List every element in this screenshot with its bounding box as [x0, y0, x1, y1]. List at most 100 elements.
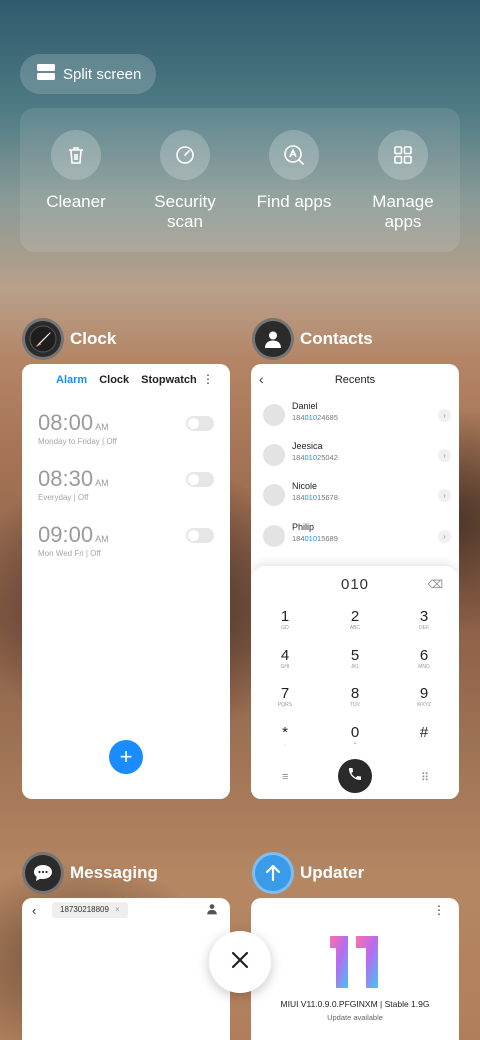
tab-clock[interactable]: Clock [99, 374, 129, 386]
alarm-time: 08:30 [38, 466, 94, 491]
contacts-app-name: Contacts [300, 329, 373, 348]
close-all-button[interactable] [209, 931, 271, 993]
dial-key[interactable]: 6 MNO [404, 647, 444, 671]
back-icon[interactable]: ‹ [32, 903, 36, 918]
quick-tools-panel: Cleaner Security scan Find apps Manage a… [20, 108, 460, 252]
person-icon[interactable] [206, 902, 218, 920]
manage-apps-label: Manage apps [372, 192, 434, 231]
alarm-item[interactable]: 08:30 AM Everyday | Off [38, 466, 214, 502]
dialpad: 010 ⌫ 1 GD 2 ABC 3 DEF 4 GHI 5 JKL 6 MNO 7 PQRS… [251, 566, 459, 799]
alarm-repeat: Monday to Friday | Off [38, 437, 117, 446]
clock-tabs: Alarm Clock Stopwatch [56, 374, 197, 386]
updater-app-card[interactable]: ⋮ MIUI V11.0.9.0.PFGINXM | Stable 1.9G U… [251, 898, 459, 1040]
chevron-right-icon[interactable]: › [438, 489, 451, 502]
manage-apps-icon [378, 130, 428, 180]
manage-apps-button[interactable]: Manage apps [348, 130, 458, 232]
more-options-icon[interactable]: ⋮ [433, 903, 445, 917]
contact-name: Philip [292, 522, 315, 532]
contacts-app-card[interactable]: ‹ Recents Daniel 18401024685 › Jeesica 1… [251, 364, 459, 799]
recent-contact[interactable]: Jeesica 18401025042 › [263, 438, 451, 472]
tab-stopwatch[interactable]: Stopwatch [141, 374, 197, 386]
alarm-time: 09:00 [38, 522, 94, 547]
remove-recipient-icon[interactable]: × [115, 905, 120, 914]
alarm-repeat: Everyday | Off [38, 493, 89, 502]
updater-app-name: Updater [300, 863, 365, 882]
recent-contact[interactable]: Nicole 18401015678 › [263, 478, 451, 512]
split-screen-icon [37, 63, 55, 85]
dial-key[interactable]: 7 PQRS [265, 685, 305, 709]
dial-key[interactable]: 1 GD [265, 608, 305, 632]
alarm-ampm: AM [95, 534, 109, 544]
messaging-app-card[interactable]: ‹ 18730218809 × [22, 898, 230, 1040]
messaging-app-header[interactable]: Messaging [22, 852, 158, 894]
find-apps-label: Find apps [256, 192, 332, 211]
trash-icon [51, 130, 101, 180]
add-alarm-button[interactable]: + [109, 740, 143, 774]
dial-key[interactable]: 4 GHI [265, 647, 305, 671]
contact-number: 18401015689 [292, 534, 338, 543]
security-scan-icon [160, 130, 210, 180]
messaging-app-icon [22, 852, 64, 894]
update-status: Update available [327, 1013, 383, 1022]
clock-app-header[interactable]: Clock [22, 318, 116, 360]
dial-key[interactable]: 0 + [335, 724, 375, 748]
avatar [263, 484, 285, 506]
contact-number: 18401015678 [292, 493, 338, 502]
alarm-ampm: AM [95, 478, 109, 488]
clock-app-icon [22, 318, 64, 360]
contact-number: 18401025042 [292, 453, 338, 462]
more-options-icon[interactable]: ⋮ [202, 372, 214, 386]
clock-app-card[interactable]: Alarm Clock Stopwatch ⋮ 08:00 AM Monday t… [22, 364, 230, 799]
chevron-right-icon[interactable]: › [438, 449, 451, 462]
alarm-toggle[interactable] [186, 472, 214, 487]
split-screen-button[interactable]: Split screen [20, 54, 156, 94]
recipient-chip[interactable]: 18730218809 × [52, 902, 128, 918]
dial-key[interactable]: 2 ABC [335, 608, 375, 632]
chevron-right-icon[interactable]: › [438, 530, 451, 543]
contact-name: Jeesica [292, 441, 323, 451]
find-apps-button[interactable]: Find apps [239, 130, 349, 212]
dialpad-toggle-icon[interactable]: ⠿ [421, 771, 429, 784]
find-apps-icon [269, 130, 319, 180]
contacts-app-icon [252, 318, 294, 360]
version-text: MIUI V11.0.9.0.PFGINXM | Stable 1.9G [280, 999, 430, 1009]
dial-key[interactable]: 3 DEF [404, 608, 444, 632]
call-button[interactable] [338, 759, 372, 793]
cleaner-button[interactable]: Cleaner [21, 130, 131, 212]
close-icon [231, 951, 249, 974]
alarm-item[interactable]: 08:00 AM Monday to Friday | Off [38, 410, 214, 446]
contact-number: 18401024685 [292, 413, 338, 422]
alarm-time: 08:00 [38, 410, 94, 435]
alarm-toggle[interactable] [186, 528, 214, 543]
alarm-repeat: Mon Wed Fri | Off [38, 549, 101, 558]
dial-key[interactable]: 8 TUV [335, 685, 375, 709]
dial-key[interactable]: *, [265, 724, 305, 748]
updater-app-header[interactable]: Updater [252, 852, 364, 894]
dial-key[interactable]: # [404, 724, 444, 748]
contact-name: Daniel [292, 401, 318, 411]
alarm-item[interactable]: 09:00 AM Mon Wed Fri | Off [38, 522, 214, 558]
recent-contact[interactable]: Daniel 18401024685 › [263, 398, 451, 432]
cleaner-label: Cleaner [46, 192, 106, 211]
miui-11-logo [328, 934, 382, 995]
avatar [263, 525, 285, 547]
split-screen-label: Split screen [63, 65, 142, 83]
phone-icon [347, 766, 363, 787]
dial-key[interactable]: 5 JKL [335, 647, 375, 671]
alarm-toggle[interactable] [186, 416, 214, 431]
recents-title: Recents [334, 374, 376, 386]
messaging-app-name: Messaging [70, 863, 158, 882]
security-scan-label: Security scan [154, 192, 216, 231]
avatar [263, 444, 285, 466]
clock-app-name: Clock [70, 329, 117, 348]
backspace-icon[interactable]: ⌫ [427, 578, 443, 591]
avatar [263, 404, 285, 426]
menu-icon[interactable]: ≡ [282, 771, 288, 783]
dial-key[interactable]: 9 WXYZ [404, 685, 444, 709]
contacts-app-header[interactable]: Contacts [252, 318, 373, 360]
recent-contact[interactable]: Philip 18401015689 › [263, 519, 451, 553]
tab-alarm[interactable]: Alarm [56, 374, 87, 386]
chevron-right-icon[interactable]: › [438, 409, 451, 422]
security-scan-button[interactable]: Security scan [130, 130, 240, 232]
contact-name: Nicole [292, 481, 318, 491]
